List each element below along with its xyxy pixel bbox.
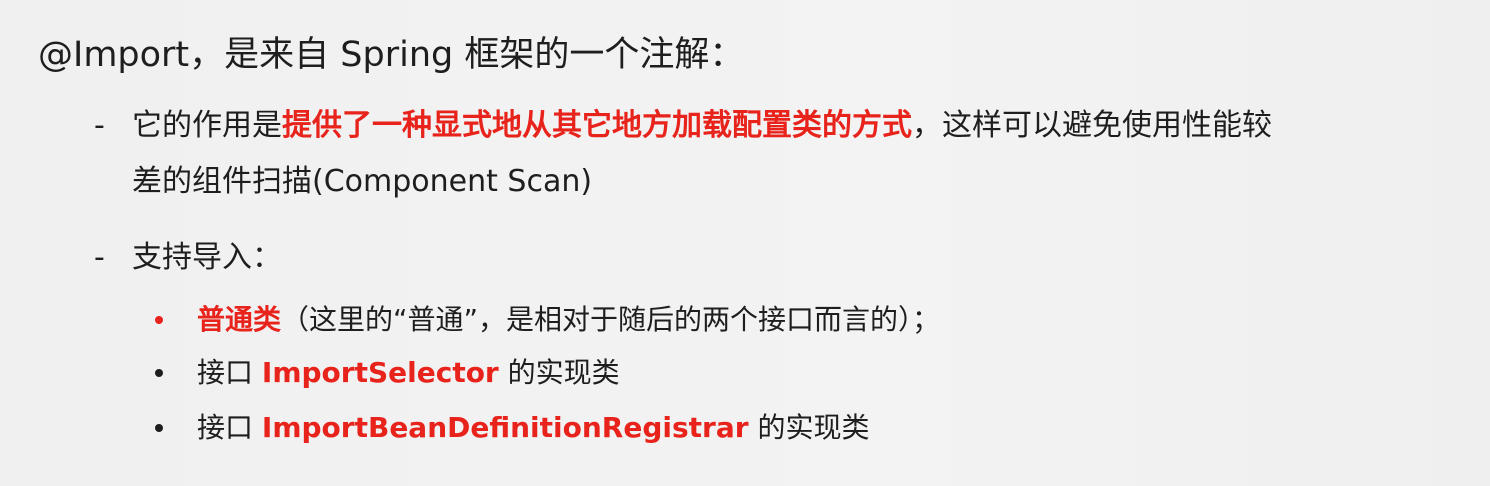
slide: @Import，是来自 Spring 框架的一个注解： - 它的作用是提供了一种… bbox=[0, 0, 1490, 486]
purpose-prefix: 它的作用是 bbox=[132, 108, 282, 143]
bullet-item-plain-class: 普通类（这里的“普通”，是相对于随后的两个接口而言的）； bbox=[155, 297, 940, 343]
bullet-highlight: ImportBeanDefinitionRegistrar bbox=[261, 411, 749, 444]
dash-item-purpose: - 它的作用是提供了一种显式地从其它地方加载配置类的方式，这样可以避免使用性能较… bbox=[94, 98, 1462, 210]
bullet-highlight: 普通类 bbox=[197, 303, 282, 336]
purpose-line2: 差的组件扫描(Component Scan) bbox=[132, 164, 593, 199]
bullet-highlight: ImportSelector bbox=[261, 356, 499, 389]
bullet-suffix: 的实现类 bbox=[748, 411, 870, 444]
bullet-dot-icon bbox=[155, 316, 163, 324]
purpose-highlight: 提供了一种显式地从其它地方加载配置类的方式 bbox=[282, 108, 912, 143]
bullet-dot-icon bbox=[155, 369, 163, 377]
bullet-text: 接口 ImportBeanDefinitionRegistrar 的实现类 bbox=[197, 411, 869, 444]
dash-marker: - bbox=[94, 240, 105, 275]
dash-marker: - bbox=[94, 108, 105, 143]
dash-item-supports: - 支持导入： bbox=[94, 230, 1462, 286]
bullet-dot-icon bbox=[155, 424, 163, 432]
bullet-suffix: 的实现类 bbox=[498, 356, 620, 389]
purpose-suffix: ，这样可以避免使用性能较 bbox=[912, 108, 1272, 143]
bullet-text: 普通类（这里的“普通”，是相对于随后的两个接口而言的）； bbox=[197, 303, 940, 336]
bullet-prefix: 接口 bbox=[197, 356, 262, 389]
supports-text: 支持导入： bbox=[132, 240, 282, 275]
slide-title: @Import，是来自 Spring 框架的一个注解： bbox=[38, 35, 745, 75]
bullet-prefix: 接口 bbox=[197, 411, 262, 444]
bullet-description: （这里的“普通”，是相对于随后的两个接口而言的）； bbox=[281, 303, 941, 336]
bullet-text: 接口 ImportSelector 的实现类 bbox=[197, 356, 620, 389]
bullet-item-import-registrar: 接口 ImportBeanDefinitionRegistrar 的实现类 bbox=[155, 405, 869, 451]
purpose-text: 它的作用是提供了一种显式地从其它地方加载配置类的方式，这样可以避免使用性能较 差… bbox=[132, 98, 1462, 210]
bullet-item-import-selector: 接口 ImportSelector 的实现类 bbox=[155, 350, 620, 396]
